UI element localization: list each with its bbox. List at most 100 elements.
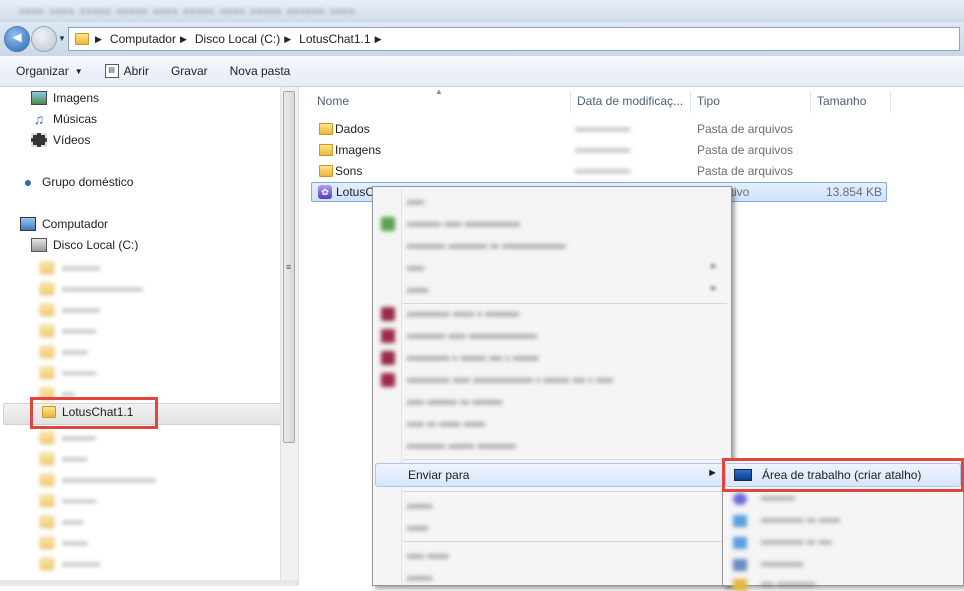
file-date-blurred: ▪▪▪▪▪▪▪▪▪▪▪▪▪ bbox=[575, 164, 631, 178]
menu-item-blurred[interactable]: ▪▪▪▪ ▪▪▪▪▪ bbox=[407, 549, 449, 563]
menu-item-blurred[interactable]: ▪▪▪▪ bbox=[407, 195, 424, 209]
menu-item-blurred[interactable]: ▪▪▪▪▪▪▪▪▪▪ ▪▪▪▪▪ ▪ ▪▪▪▪▪▪▪▪ bbox=[407, 307, 519, 321]
scrollbar-thumb[interactable]: ≡ bbox=[283, 91, 295, 443]
menu-item-blurred[interactable]: ▪▪▪▪▪▪ bbox=[407, 571, 433, 585]
breadcrumb-drive[interactable]: Disco Local (C:) bbox=[189, 32, 284, 46]
submenu-item-blurred[interactable]: ▪▪▪▪▪▪▪▪▪▪ bbox=[761, 557, 804, 571]
menu-item-blurred[interactable]: ▪▪▪▪▪▪▪▪▪▪ ▪▪▪▪ ▪▪▪▪▪▪▪▪▪▪▪▪▪▪ ▪ ▪▪▪▪▪▪ … bbox=[407, 373, 613, 387]
nav-folder-blurred[interactable]: ▪▪▪▪▪▪▪▪ bbox=[40, 324, 96, 338]
nav-item-local-disk[interactable]: Disco Local (C:) bbox=[31, 238, 138, 252]
menu-item-blurred[interactable]: ▪▪▪▪▪ bbox=[407, 521, 428, 535]
nav-folder-blurred[interactable]: ▪▪▪▪▪▪▪▪ bbox=[40, 494, 96, 508]
menu-item-blurred[interactable]: ▪▪▪▪▪▪▪▪▪ ▪▪▪▪ ▪▪▪▪▪▪▪▪▪▪▪▪▪▪▪▪ bbox=[407, 329, 537, 343]
breadcrumb-separator-icon[interactable]: ▶ bbox=[180, 34, 189, 45]
file-row-imagens[interactable]: Imagens ▪▪▪▪▪▪▪▪▪▪▪▪▪ Pasta de arquivos bbox=[311, 140, 887, 160]
breadcrumb-computer[interactable]: Computador bbox=[104, 32, 180, 46]
nav-item-music[interactable]: ♫ Músicas bbox=[31, 112, 97, 126]
submenu-item-blurred[interactable]: ▪▪▪ ▪▪▪▪▪▪▪▪▪ bbox=[761, 577, 815, 591]
computer-icon bbox=[20, 217, 36, 231]
nav-item-videos[interactable]: Vídeos bbox=[31, 133, 90, 147]
burn-label: Gravar bbox=[170, 64, 208, 78]
organize-label: Organizar bbox=[16, 64, 69, 78]
menu-item-blurred[interactable]: ▪▪▪▪ bbox=[407, 261, 424, 275]
homegroup-icon: ● bbox=[23, 174, 33, 190]
nav-folder-blurred[interactable]: ▪▪▪▪▪▪▪▪▪▪▪▪▪▪▪▪▪▪▪▪▪▪ bbox=[40, 473, 156, 487]
nav-folder-blurred[interactable]: ▪▪▪▪▪▪▪▪▪ bbox=[40, 261, 100, 275]
folder-icon bbox=[40, 262, 54, 274]
folder-icon bbox=[40, 495, 54, 507]
file-row-sons[interactable]: Sons ▪▪▪▪▪▪▪▪▪▪▪▪▪ Pasta de arquivos bbox=[311, 161, 887, 181]
breadcrumb-separator-icon[interactable]: ▶ bbox=[95, 34, 104, 45]
address-bar[interactable]: ▶ Computador ▶ Disco Local (C:) ▶ LotusC… bbox=[68, 27, 960, 51]
navigation-pane: Imagens ♫ Músicas Vídeos ● Grupo domésti… bbox=[0, 87, 299, 586]
breadcrumb-separator-icon[interactable]: ▶ bbox=[375, 34, 384, 45]
folder-icon bbox=[319, 165, 333, 177]
menu-separator bbox=[403, 491, 727, 492]
breadcrumb-folder[interactable]: LotusChat1.1 bbox=[293, 32, 374, 46]
menu-gutter bbox=[401, 189, 402, 585]
nav-item-images[interactable]: Imagens bbox=[31, 91, 99, 105]
horizontal-scrollbar[interactable] bbox=[0, 580, 298, 586]
nav-item-label: Computador bbox=[42, 217, 109, 231]
column-header-size[interactable]: Tamanho bbox=[811, 91, 891, 113]
nav-folder-blurred[interactable]: ▪▪▪▪▪▪ bbox=[40, 452, 88, 466]
menu-item-blurred[interactable]: ▪▪▪▪▪▪ bbox=[407, 499, 433, 513]
file-row-dados[interactable]: Dados ▪▪▪▪▪▪▪▪▪▪▪▪▪ Pasta de arquivos bbox=[311, 119, 887, 139]
folder-icon bbox=[40, 325, 54, 337]
folder-icon bbox=[40, 367, 54, 379]
menu-bar-blurred: ▪▪▪▪ ▪▪▪▪ ▪▪▪▪▪ ▪▪▪▪▪ ▪▪▪▪ ▪▪▪▪▪ ▪▪▪▪ ▪▪… bbox=[20, 4, 356, 18]
annotation-highlight-box bbox=[30, 397, 158, 429]
file-date-blurred: ▪▪▪▪▪▪▪▪▪▪▪▪▪ bbox=[575, 122, 631, 136]
document-icon bbox=[733, 559, 747, 571]
submenu-item-blurred[interactable]: ▪▪▪▪▪▪▪▪▪▪ ▪▪ ▪▪▪ bbox=[761, 535, 831, 549]
menu-item-blurred[interactable]: ▪▪▪▪▪▪▪▪ ▪▪▪▪ ▪▪▪▪▪▪▪▪▪▪▪▪▪ bbox=[407, 217, 520, 231]
submenu-item-blurred[interactable]: ▪▪▪▪▪▪▪▪▪▪ ▪▪ ▪▪▪▪▪ bbox=[761, 513, 840, 527]
nav-folder-blurred[interactable]: ▪▪▪▪▪▪▪▪▪ bbox=[40, 557, 100, 571]
menu-item-blurred[interactable]: ▪▪▪▪▪▪▪▪▪▪ ▪ ▪▪▪▪▪▪ ▪▪▪ ▪ ▪▪▪▪▪▪ bbox=[407, 351, 539, 365]
shield-icon bbox=[381, 217, 395, 231]
column-header-date[interactable]: Data de modificaç... bbox=[571, 91, 691, 113]
file-size: 13.854 KB bbox=[825, 185, 882, 199]
back-arrow-icon: ◄ bbox=[9, 29, 25, 46]
send-to-menu-item[interactable]: Enviar para ► bbox=[375, 463, 729, 487]
send-to-label: Enviar para bbox=[408, 468, 470, 482]
organize-button[interactable]: Organizar ▼ bbox=[16, 64, 83, 78]
back-button[interactable]: ◄ bbox=[4, 26, 30, 52]
menu-item-blurred[interactable]: ▪▪▪▪ ▪▪ ▪▪▪▪▪ ▪▪▪▪▪ bbox=[407, 417, 485, 431]
column-header-name[interactable]: Nome bbox=[311, 91, 571, 113]
menu-item-blurred[interactable]: ▪▪▪▪▪ bbox=[407, 283, 428, 297]
menu-separator bbox=[403, 303, 727, 304]
nav-scrollbar[interactable]: ≡ bbox=[280, 87, 298, 586]
nav-item-computer[interactable]: Computador bbox=[20, 217, 108, 231]
breadcrumb-separator-icon[interactable]: ▶ bbox=[284, 34, 293, 45]
submenu-arrow-icon: ► bbox=[709, 261, 719, 272]
context-menu: ▪▪▪▪ ▪▪▪▪▪▪▪▪ ▪▪▪▪ ▪▪▪▪▪▪▪▪▪▪▪▪▪ ▪▪▪▪▪▪▪… bbox=[372, 186, 732, 586]
forward-button[interactable]: ► bbox=[31, 26, 57, 52]
menu-item-blurred[interactable]: ▪▪▪▪▪▪▪▪▪ ▪▪▪▪▪▪▪▪▪ ▪▪ ▪▪▪▪▪▪▪▪▪▪▪▪▪▪▪ bbox=[407, 239, 566, 253]
new-folder-button[interactable]: Nova pasta bbox=[230, 64, 291, 78]
open-button[interactable]: ▤ Abrir bbox=[104, 64, 149, 78]
nav-item-label: Disco Local (C:) bbox=[53, 238, 139, 252]
address-row: ◄ ► ▼ ▶ Computador ▶ Disco Local (C:) ▶ … bbox=[0, 22, 964, 56]
nav-folder-blurred[interactable]: ▪▪▪▪▪▪▪▪▪▪▪▪▪▪▪▪▪▪▪ bbox=[40, 282, 143, 296]
nav-folder-blurred[interactable]: ▪▪▪▪▪▪▪▪ bbox=[40, 366, 96, 380]
folder-icon bbox=[40, 558, 54, 570]
folder-icon bbox=[40, 283, 54, 295]
menu-item-blurred[interactable]: ▪▪▪▪▪▪▪▪▪ ▪▪▪▪▪▪ ▪▪▪▪▪▪▪▪▪ bbox=[407, 439, 516, 453]
nav-folder-blurred[interactable]: ▪▪▪▪▪▪▪▪▪ bbox=[40, 303, 100, 317]
history-dropdown-icon[interactable]: ▼ bbox=[58, 34, 66, 43]
nav-folder-blurred[interactable]: ▪▪▪▪▪▪ bbox=[40, 345, 88, 359]
burn-button[interactable]: Gravar bbox=[171, 64, 208, 78]
folder-icon bbox=[40, 453, 54, 465]
annotation-highlight-box bbox=[722, 458, 964, 492]
lotus-app-icon: ✿ bbox=[318, 185, 332, 199]
nav-item-homegroup[interactable]: ● Grupo doméstico bbox=[20, 174, 134, 190]
nav-folder-blurred[interactable]: ▪▪▪▪▪▪ bbox=[40, 536, 88, 550]
nav-folder-blurred[interactable]: ▪▪▪▪▪▪▪▪ bbox=[40, 431, 96, 445]
menu-separator bbox=[403, 541, 727, 542]
submenu-item-blurred[interactable]: ▪▪▪▪▪▪▪▪ bbox=[761, 491, 795, 505]
menu-item-blurred[interactable]: ▪▪▪▪ ▪▪▪▪▪▪▪ ▪▪ ▪▪▪▪▪▪▪ bbox=[407, 395, 502, 409]
column-header-type[interactable]: Tipo bbox=[691, 91, 811, 113]
nav-folder-blurred[interactable]: ▪▪▪▪▪ bbox=[40, 515, 83, 529]
file-name: Sons bbox=[335, 164, 363, 178]
